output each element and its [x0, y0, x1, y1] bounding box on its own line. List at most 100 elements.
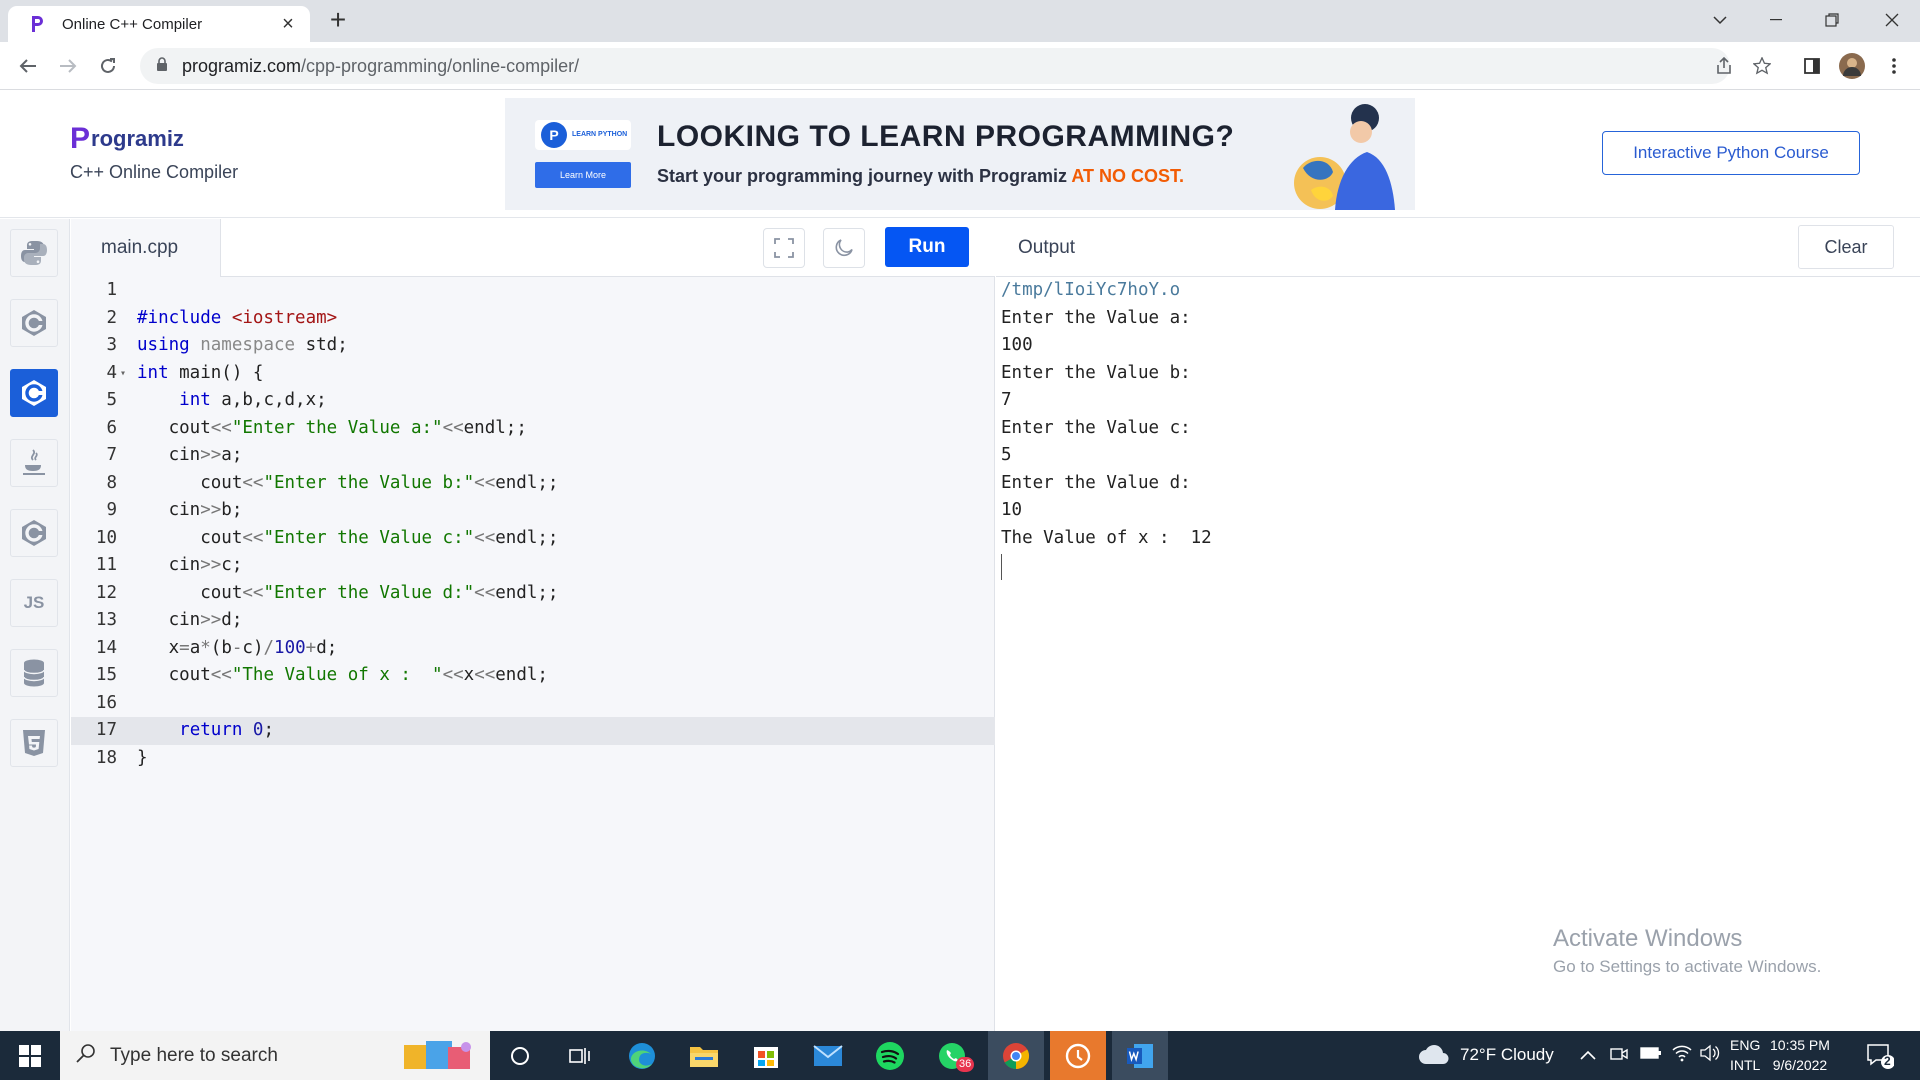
- code-line[interactable]: 2 #include <iostream>: [71, 305, 995, 333]
- task-view-icon[interactable]: [552, 1031, 608, 1080]
- fold-gutter: [117, 690, 129, 718]
- ad-banner[interactable]: P LEARN PYTHON Learn More LOOKING TO LEA…: [505, 98, 1415, 210]
- fullscreen-icon[interactable]: [763, 228, 805, 268]
- java-icon: [23, 449, 45, 475]
- system-clock[interactable]: 10:35 PM 9/6/2022: [1770, 1035, 1830, 1075]
- rail-item-python[interactable]: [10, 229, 58, 277]
- address-bar[interactable]: programiz.com/cpp-programming/online-com…: [140, 48, 1730, 84]
- show-hidden-icons-chevron-icon[interactable]: [1580, 1047, 1596, 1065]
- dark-mode-moon-icon[interactable]: [823, 228, 865, 268]
- browser-tab[interactable]: Online C++ Compiler ×: [8, 6, 310, 42]
- battery-icon[interactable]: [1640, 1046, 1662, 1065]
- weather-text[interactable]: 72°F Cloudy: [1460, 1045, 1554, 1065]
- meet-now-icon[interactable]: [1610, 1045, 1628, 1068]
- fold-gutter: [117, 717, 129, 745]
- chrome-icon[interactable]: [988, 1031, 1044, 1080]
- share-icon[interactable]: [1710, 52, 1738, 80]
- word-icon[interactable]: [1112, 1031, 1168, 1080]
- code-line[interactable]: 5 int a,b,c,d,x;: [71, 387, 995, 415]
- run-button[interactable]: Run: [885, 227, 969, 267]
- volume-icon[interactable]: [1700, 1044, 1720, 1067]
- close-window-icon[interactable]: [1864, 0, 1920, 40]
- cortana-icon[interactable]: [492, 1031, 548, 1080]
- line-number: 8: [106, 472, 117, 493]
- restore-icon[interactable]: [1804, 0, 1860, 40]
- code-line[interactable]: 9 cin>>b;: [71, 497, 995, 525]
- line-number: 17: [95, 720, 117, 740]
- wifi-icon[interactable]: [1672, 1044, 1692, 1067]
- fold-gutter: [117, 607, 129, 635]
- bookmark-star-icon[interactable]: [1748, 52, 1776, 80]
- spotify-icon[interactable]: [862, 1031, 918, 1080]
- output-line: 10: [1001, 500, 1023, 520]
- code-line[interactable]: 1: [71, 277, 995, 305]
- code-line[interactable]: 17 return 0;: [71, 717, 995, 745]
- code-line[interactable]: 16: [71, 690, 995, 718]
- interactive-python-course-button[interactable]: Interactive Python Course: [1602, 131, 1860, 175]
- microsoft-store-icon[interactable]: [738, 1031, 794, 1080]
- rail-item-sql[interactable]: [10, 649, 58, 697]
- file-explorer-icon[interactable]: [676, 1031, 732, 1080]
- rail-item-csharp[interactable]: [10, 509, 58, 557]
- new-tab-icon[interactable]: +: [324, 6, 352, 34]
- code-line[interactable]: 6 cout<<"Enter the Value a:"<<endl;;: [71, 415, 995, 443]
- input-cursor[interactable]: [1001, 554, 1002, 580]
- line-number: 12: [95, 582, 117, 603]
- code-line[interactable]: 7 cin>>a;: [71, 442, 995, 470]
- fold-arrow-icon[interactable]: ▾: [117, 360, 129, 388]
- fold-gutter: [117, 470, 129, 498]
- tab-title: Online C++ Compiler: [62, 15, 203, 33]
- recorder-app-icon[interactable]: [1050, 1031, 1106, 1080]
- back-icon[interactable]: [12, 50, 44, 82]
- output-line: The Value of x : 12: [1001, 527, 1212, 548]
- code-line[interactable]: 10 cout<<"Enter the Value c:"<<endl;;: [71, 525, 995, 553]
- rail-item-c[interactable]: [10, 299, 58, 347]
- taskbar-search-box[interactable]: Type here to search: [60, 1031, 490, 1080]
- page-subtitle: C++ Online Compiler: [70, 162, 239, 182]
- search-highlight-illustration-icon: [396, 1037, 482, 1080]
- file-tab-main-cpp[interactable]: main.cpp: [71, 219, 221, 277]
- learn-more-button[interactable]: Learn More: [535, 162, 631, 188]
- input-language-indicator[interactable]: ENG INTL: [1730, 1035, 1760, 1075]
- tab-close-icon[interactable]: ×: [278, 13, 298, 36]
- clear-button[interactable]: Clear: [1798, 225, 1894, 269]
- code-line[interactable]: 12 cout<<"Enter the Value d:"<<endl;;: [71, 580, 995, 608]
- code-text: int main() {: [137, 362, 264, 383]
- side-panel-icon[interactable]: [1798, 52, 1826, 80]
- code-line[interactable]: 8 cout<<"Enter the Value b:"<<endl;;: [71, 470, 995, 498]
- rail-item-javascript[interactable]: JS: [10, 579, 58, 627]
- code-line[interactable]: 18}: [71, 745, 995, 773]
- code-line[interactable]: 13 cin>>d;: [71, 607, 995, 635]
- forward-icon[interactable]: [52, 50, 84, 82]
- code-line[interactable]: 11 cin>>c;: [71, 552, 995, 580]
- whatsapp-icon[interactable]: 36: [924, 1031, 980, 1080]
- code-text: x=a*(b-c)/100+d;: [137, 637, 338, 658]
- line-number: 4: [106, 362, 117, 383]
- programiz-logo[interactable]: P rogramiz: [70, 122, 184, 156]
- rail-item-cpp[interactable]: [10, 369, 58, 417]
- clock-date: 9/6/2022: [1772, 1057, 1828, 1073]
- badge-text: LEARN PYTHON: [572, 131, 628, 138]
- windows-start-icon[interactable]: [0, 1031, 60, 1080]
- mail-icon[interactable]: [800, 1031, 856, 1080]
- reload-icon[interactable]: [92, 50, 124, 82]
- action-center-icon[interactable]: 2: [1866, 1042, 1895, 1075]
- minimize-icon[interactable]: [1748, 0, 1804, 40]
- rail-item-html[interactable]: [10, 719, 58, 767]
- code-line[interactable]: 15 cout<<"The Value of x : "<<x<<endl;: [71, 662, 995, 690]
- tab-search-icon[interactable]: [1692, 0, 1748, 40]
- programiz-favicon-icon: [28, 15, 46, 33]
- edge-icon[interactable]: [614, 1031, 670, 1080]
- code-text: cout<<"Enter the Value c:"<<endl;;: [137, 527, 559, 548]
- windows-taskbar: Type here to search 36 72°F Cloudy ENG I…: [0, 1031, 1920, 1080]
- profile-avatar[interactable]: [1838, 52, 1866, 80]
- line-number: 3: [106, 335, 117, 355]
- code-line[interactable]: 4 ▾ int main() {: [71, 360, 995, 388]
- menu-kebab-icon[interactable]: [1880, 52, 1908, 80]
- code-line[interactable]: 3 using namespace std;: [71, 332, 995, 360]
- rail-item-java[interactable]: [10, 439, 58, 487]
- code-line[interactable]: 14 x=a*(b-c)/100+d;: [71, 635, 995, 663]
- code-area[interactable]: 1 2 #include <iostream> 3 using namespace st…: [71, 277, 995, 772]
- output-console[interactable]: /tmp/lIoiYc7hoY.o Enter the Value a: 100 En…: [1001, 277, 1212, 580]
- browser-toolbar: programiz.com/cpp-programming/online-com…: [0, 42, 1920, 90]
